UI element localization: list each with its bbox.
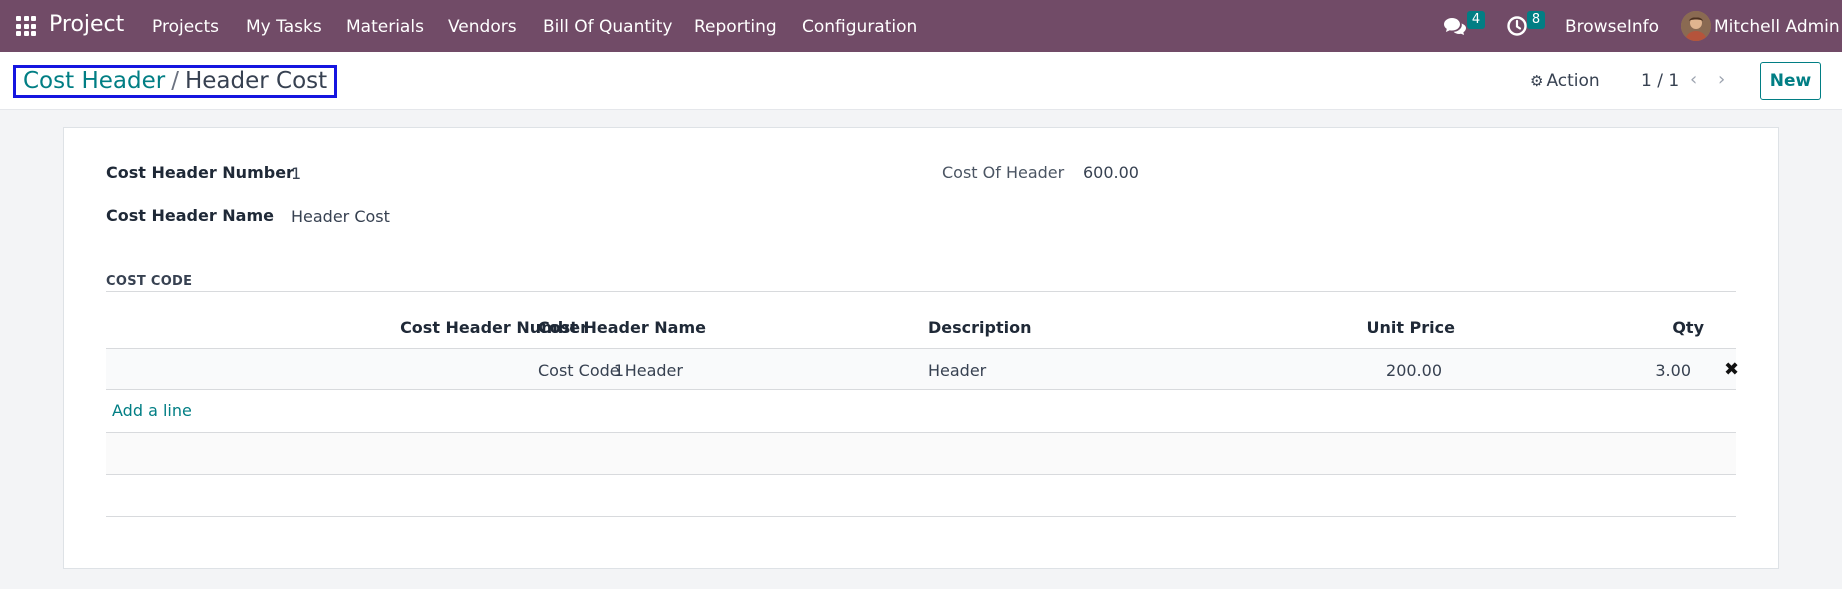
table-divider bbox=[106, 474, 1736, 475]
cost-of-header-field[interactable]: 600.00 bbox=[1083, 163, 1139, 182]
cost-header-name-label: Cost Header Name bbox=[106, 206, 274, 225]
app-brand[interactable]: Project bbox=[49, 12, 124, 37]
messages-badge: 4 bbox=[1467, 11, 1485, 29]
new-button[interactable]: New bbox=[1760, 62, 1821, 100]
add-a-line-link[interactable]: Add a line bbox=[112, 401, 192, 420]
delete-row-icon[interactable]: ✖ bbox=[1724, 359, 1739, 380]
cost-header-number-field[interactable]: 1 bbox=[291, 164, 301, 183]
menu-my-tasks[interactable]: My Tasks bbox=[246, 17, 322, 37]
form-sheet: Cost Header Number 1 Cost Header Name He… bbox=[63, 127, 1779, 569]
menu-configuration[interactable]: Configuration bbox=[802, 17, 917, 37]
cell-description[interactable]: Header bbox=[928, 361, 986, 380]
col-cost-header-name[interactable]: Cost Header Name bbox=[538, 318, 706, 337]
control-panel: Cost Header / Header Cost ⚙ Action 1 / 1 ‹ … bbox=[0, 52, 1842, 110]
breadcrumb-separator: / bbox=[171, 68, 179, 94]
pager-value[interactable]: 1 / 1 bbox=[1641, 71, 1679, 91]
section-divider bbox=[106, 291, 1736, 292]
cell-cost-header-name[interactable]: Cost Code Header bbox=[538, 361, 683, 380]
action-menu-button[interactable]: ⚙ Action bbox=[1530, 71, 1600, 91]
col-unit-price[interactable]: Unit Price bbox=[1366, 318, 1455, 337]
company-switcher[interactable]: BrowseInfo bbox=[1565, 17, 1659, 37]
breadcrumb: Cost Header / Header Cost bbox=[13, 65, 338, 98]
apps-grid-icon[interactable] bbox=[16, 16, 36, 36]
menu-materials[interactable]: Materials bbox=[346, 17, 424, 37]
section-title-cost-code: COST CODE bbox=[106, 274, 193, 289]
cost-header-name-field[interactable]: Header Cost bbox=[291, 207, 390, 226]
chat-icon[interactable] bbox=[1443, 14, 1467, 38]
top-navbar: Project Projects My Tasks Materials Vend… bbox=[0, 0, 1842, 52]
breadcrumb-parent-link[interactable]: Cost Header bbox=[23, 68, 165, 94]
breadcrumb-current: Header Cost bbox=[184, 68, 328, 94]
menu-vendors[interactable]: Vendors bbox=[448, 17, 517, 37]
clock-icon[interactable] bbox=[1505, 14, 1529, 38]
cost-of-header-label: Cost Of Header bbox=[942, 163, 1065, 182]
chevron-left-icon[interactable]: ‹ bbox=[1690, 69, 1697, 90]
avatar[interactable] bbox=[1681, 11, 1711, 41]
table-row[interactable]: 1 Cost Code Header Header 200.00 3.00 ✖ bbox=[106, 348, 1739, 390]
action-label: Action bbox=[1546, 71, 1600, 91]
user-menu[interactable]: Mitchell Admin bbox=[1714, 17, 1840, 37]
cell-unit-price[interactable]: 200.00 bbox=[1386, 361, 1442, 380]
cost-header-number-label: Cost Header Number bbox=[106, 163, 294, 182]
col-description[interactable]: Description bbox=[928, 318, 1031, 337]
menu-bill-of-quantity[interactable]: Bill Of Quantity bbox=[543, 17, 672, 37]
empty-row bbox=[106, 433, 1736, 475]
cell-qty[interactable]: 3.00 bbox=[1655, 361, 1691, 380]
chevron-right-icon[interactable]: › bbox=[1718, 69, 1725, 90]
activities-badge: 8 bbox=[1527, 11, 1545, 29]
gear-icon: ⚙ bbox=[1530, 72, 1544, 90]
table-bottom-border bbox=[106, 516, 1736, 517]
menu-reporting[interactable]: Reporting bbox=[694, 17, 777, 37]
menu-projects[interactable]: Projects bbox=[152, 17, 219, 37]
user-avatar-image bbox=[1681, 11, 1711, 41]
col-qty[interactable]: Qty bbox=[1672, 318, 1704, 337]
